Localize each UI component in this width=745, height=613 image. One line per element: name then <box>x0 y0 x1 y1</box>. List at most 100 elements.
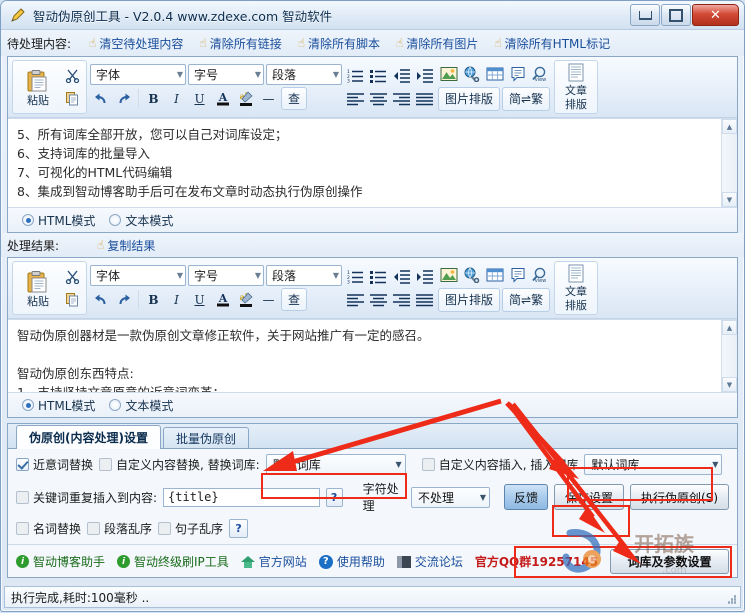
italic-button[interactable]: I <box>166 88 187 109</box>
unordered-list-button[interactable] <box>368 65 389 86</box>
horizontal-rule-button[interactable]: — <box>258 88 279 109</box>
sentence-shuffle-checkbox[interactable]: 句子乱序 <box>158 520 223 537</box>
image-layout-button[interactable]: 图片排版 <box>438 287 501 312</box>
clear-all-links-link[interactable]: ☝ 清除所有链接 <box>199 35 281 52</box>
feedback-button[interactable]: 反馈 <box>504 484 548 510</box>
cut-button[interactable] <box>62 65 83 86</box>
align-left-button[interactable] <box>345 289 366 310</box>
font-family-combo[interactable]: 字体 ▼ <box>90 265 186 286</box>
indent-button[interactable] <box>414 65 435 86</box>
result-html-mode-radio[interactable]: HTML模式 <box>22 397 95 414</box>
bold-button[interactable]: B <box>143 88 164 109</box>
custom-insert-checkbox[interactable]: 自定义内容插入, 插入词库 <box>421 456 578 473</box>
insert-table-button[interactable] <box>484 64 505 85</box>
source-text-mode-radio[interactable]: 文本模式 <box>109 212 173 229</box>
ordered-list-button[interactable]: 1 2 3 <box>345 65 366 86</box>
insert-link-button[interactable] <box>461 265 482 286</box>
underline-button[interactable]: U <box>189 88 210 109</box>
article-layout-button[interactable]: 文章 排版 <box>554 60 598 114</box>
article-layout-button[interactable]: 文章 排版 <box>554 261 598 315</box>
insert-comment-button[interactable] <box>507 64 528 85</box>
result-text-mode-radio[interactable]: 文本模式 <box>109 397 173 414</box>
noun-replace-checkbox[interactable]: 名词替换 <box>16 520 81 537</box>
redo-button[interactable] <box>113 88 134 109</box>
find-button[interactable]: 查 <box>281 288 308 311</box>
view-source-button[interactable]: view <box>530 265 551 286</box>
align-right-button[interactable] <box>391 289 412 310</box>
help-link[interactable]: ? 使用帮助 <box>318 553 385 570</box>
highlight-button[interactable]: ab <box>235 289 256 310</box>
insert-table-button[interactable] <box>484 265 505 286</box>
copy-button[interactable] <box>62 289 83 310</box>
custom-replace-checkbox[interactable]: 自定义内容替换, 替换词库: <box>99 456 260 473</box>
clear-all-scripts-link[interactable]: ☝ 清除所有脚本 <box>298 35 380 52</box>
outdent-button[interactable] <box>391 266 412 287</box>
scroll-up-button[interactable]: ▲ <box>722 119 737 134</box>
minimize-button[interactable] <box>630 4 660 26</box>
font-size-combo[interactable]: 字号 ▼ <box>188 64 264 85</box>
forum-link[interactable]: 交流论坛 <box>396 553 463 570</box>
keyword-repeat-checkbox[interactable]: 关键词重复插入到内容: <box>16 489 157 506</box>
align-justify-button[interactable] <box>414 88 435 109</box>
keyword-repeat-input[interactable]: {title} <box>163 487 320 507</box>
indent-button[interactable] <box>414 266 435 287</box>
align-right-button[interactable] <box>391 88 412 109</box>
maximize-button[interactable] <box>661 4 691 26</box>
underline-button[interactable]: U <box>189 289 210 310</box>
align-left-button[interactable] <box>345 88 366 109</box>
unordered-list-button[interactable] <box>368 266 389 287</box>
scroll-down-button[interactable]: ▼ <box>722 192 737 207</box>
redo-button[interactable] <box>113 289 134 310</box>
shuffle-help-button[interactable]: ? <box>229 519 249 538</box>
simplified-traditional-button[interactable]: 简⇌繁 <box>502 287 551 312</box>
bold-button[interactable]: B <box>143 289 164 310</box>
insert-library-dropdown[interactable]: 默认词库 ▼ <box>584 454 723 475</box>
simplified-traditional-button[interactable]: 简⇌繁 <box>502 86 551 111</box>
insert-comment-button[interactable] <box>507 265 528 286</box>
align-center-button[interactable] <box>368 88 389 109</box>
copy-button[interactable] <box>62 88 83 109</box>
font-size-combo[interactable]: 字号 ▼ <box>188 265 264 286</box>
font-color-button[interactable]: A <box>212 88 233 109</box>
run-pseudo-original-button[interactable]: 执行伪原创(S) <box>630 484 729 510</box>
paragraph-shuffle-checkbox[interactable]: 段落乱序 <box>87 520 152 537</box>
scroll-down-button[interactable]: ▼ <box>722 377 737 392</box>
tab-batch-pseudo-original[interactable]: 批量伪原创 <box>162 427 249 448</box>
resize-grip-icon[interactable] <box>723 591 737 605</box>
tab-pseudo-original-settings[interactable]: 伪原创(内容处理)设置 <box>16 425 161 449</box>
scroll-up-button[interactable]: ▲ <box>722 320 737 335</box>
close-button[interactable]: ✕ <box>692 4 739 26</box>
insert-image-button[interactable] <box>438 265 459 286</box>
paragraph-combo[interactable]: 段落 ▼ <box>266 265 342 286</box>
horizontal-rule-button[interactable]: — <box>258 289 279 310</box>
find-button[interactable]: 查 <box>281 87 308 110</box>
source-text-area[interactable]: 5、所有词库全部开放，您可以自己对词库设定； 6、支持词库的批量导入 7、可视化… <box>8 118 737 207</box>
font-color-button[interactable]: A <box>212 289 233 310</box>
view-source-button[interactable]: view <box>530 64 551 85</box>
ordered-list-button[interactable]: 1 2 3 <box>345 266 366 287</box>
keyword-help-button[interactable]: ? <box>325 487 343 507</box>
paragraph-combo[interactable]: 段落 ▼ <box>266 64 342 85</box>
align-center-button[interactable] <box>368 289 389 310</box>
blog-assistant-link[interactable]: i 智动博客助手 <box>16 553 105 570</box>
undo-button[interactable] <box>90 88 111 109</box>
paste-button[interactable]: 粘贴 <box>16 267 60 310</box>
library-params-settings-button[interactable]: 词库及参数设置 <box>610 549 729 574</box>
font-family-combo[interactable]: 字体 ▼ <box>90 64 186 85</box>
ip-tool-link[interactable]: i 智动终级刷IP工具 <box>117 553 229 570</box>
highlight-button[interactable]: ab <box>235 88 256 109</box>
result-text-area[interactable]: 智动伪原创器材是一款伪原创文章修正软件，关于网站推广有一定的感召。 智动伪原创东… <box>8 319 737 392</box>
synonym-replace-checkbox[interactable]: 近意词替换 <box>16 456 93 473</box>
image-layout-button[interactable]: 图片排版 <box>438 86 501 111</box>
result-scrollbar[interactable]: ▲ ▼ <box>721 320 737 392</box>
source-html-mode-radio[interactable]: HTML模式 <box>22 212 95 229</box>
outdent-button[interactable] <box>391 65 412 86</box>
clear-all-html-tags-link[interactable]: ☝ 清除所有HTML标记 <box>494 35 610 52</box>
italic-button[interactable]: I <box>166 289 187 310</box>
save-settings-button[interactable]: 保存设置 <box>554 484 625 510</box>
insert-image-button[interactable] <box>438 64 459 85</box>
copy-result-link[interactable]: ☝ 复制结果 <box>97 237 155 254</box>
undo-button[interactable] <box>90 289 111 310</box>
cut-button[interactable] <box>62 266 83 287</box>
align-justify-button[interactable] <box>414 289 435 310</box>
